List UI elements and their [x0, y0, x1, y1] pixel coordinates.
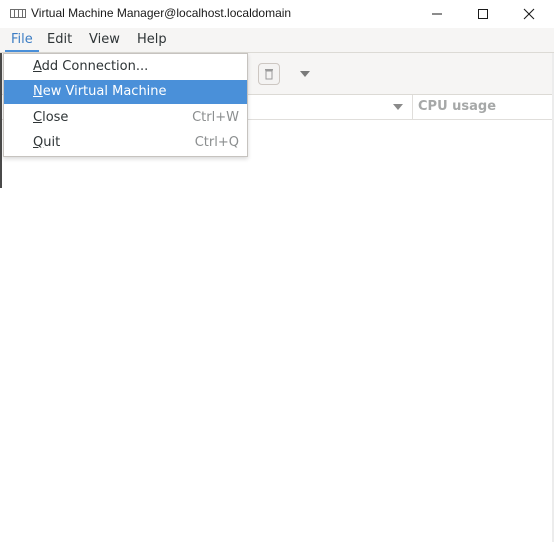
- close-button[interactable]: [506, 0, 552, 28]
- menu-item-new-virtual-machine[interactable]: New Virtual Machine: [4, 80, 247, 104]
- menu-help[interactable]: Help: [131, 28, 173, 52]
- menu-item-label: Close: [33, 110, 69, 125]
- menu-item-close[interactable]: Close Ctrl+W: [4, 106, 247, 130]
- sort-arrow-icon[interactable]: [393, 104, 403, 110]
- maximize-button[interactable]: [460, 0, 506, 28]
- menu-item-accelerator: Ctrl+Q: [194, 135, 239, 150]
- menubar: File Edit View Help: [0, 28, 554, 53]
- column-cpu-usage-header[interactable]: CPU usage: [418, 99, 496, 114]
- maximize-icon: [478, 9, 488, 19]
- file-menu-popup: Add Connection... New Virtual Machine Cl…: [3, 53, 248, 157]
- menu-edit[interactable]: Edit: [41, 28, 78, 52]
- menu-item-label: Add Connection...: [33, 59, 149, 74]
- delete-icon: [265, 69, 273, 80]
- window-title: Virtual Machine Manager@localhost.locald…: [31, 6, 292, 20]
- menu-item-accelerator: Ctrl+W: [192, 110, 239, 125]
- menu-item-label: Quit: [33, 135, 61, 150]
- menu-item-quit[interactable]: Quit Ctrl+Q: [4, 131, 247, 155]
- menu-item-label: New Virtual Machine: [33, 84, 167, 99]
- chevron-down-icon[interactable]: [300, 71, 310, 77]
- virt-manager-icon: [10, 9, 26, 18]
- menu-view[interactable]: View: [83, 28, 126, 52]
- close-icon: [523, 8, 535, 20]
- vm-list[interactable]: [2, 120, 552, 542]
- window-titlebar[interactable]: Virtual Machine Manager@localhost.locald…: [0, 0, 554, 28]
- menu-file[interactable]: File: [5, 28, 39, 52]
- minimize-button[interactable]: [414, 0, 460, 28]
- window-edge-light: [0, 188, 2, 542]
- column-separator[interactable]: [412, 95, 413, 119]
- delete-button[interactable]: [258, 63, 280, 85]
- minimize-icon: [432, 13, 442, 15]
- menu-item-add-connection[interactable]: Add Connection...: [4, 55, 247, 79]
